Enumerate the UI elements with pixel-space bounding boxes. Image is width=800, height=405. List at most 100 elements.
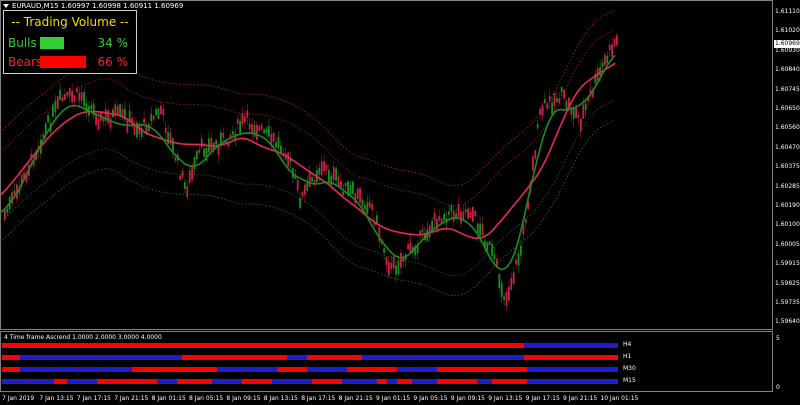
dropdown-triangle-icon[interactable] xyxy=(3,4,9,8)
trend-segment xyxy=(397,367,437,372)
candle-body xyxy=(61,97,64,102)
candle-body xyxy=(510,277,513,290)
time-axis-label: 10 Jan 01:15 xyxy=(600,395,639,402)
candle-body xyxy=(479,223,481,236)
candle-body xyxy=(56,96,59,110)
trend-segment xyxy=(2,355,20,360)
candle-body xyxy=(270,133,273,145)
candle-body xyxy=(577,114,580,118)
indicator-title: 4 Time frame Ascrend 1.0000 2.0000 3.000… xyxy=(4,334,162,341)
candle-body xyxy=(323,161,325,171)
trading-volume-panel: -- Trading Volume -- Bulls 34 % Bears 66… xyxy=(3,10,137,74)
candle-body xyxy=(505,291,508,306)
trend-segment xyxy=(492,379,527,384)
bulls-percent: 34 % xyxy=(97,36,129,50)
trend-segment xyxy=(437,367,527,372)
candle-body xyxy=(155,109,157,116)
candle-body xyxy=(613,38,616,47)
time-axis-label: 9 Jan 17:15 xyxy=(525,395,560,402)
trend-segment xyxy=(2,379,54,384)
candle-body xyxy=(174,157,177,161)
candle-body xyxy=(611,44,613,57)
candle-body xyxy=(486,242,489,251)
trend-segment xyxy=(527,367,618,372)
candle-body xyxy=(164,128,167,134)
candle-body xyxy=(534,150,537,159)
price-axis-label: 1.60840 xyxy=(775,66,800,74)
candle-body xyxy=(402,257,405,262)
candle-body xyxy=(493,254,496,260)
candle-body xyxy=(512,272,515,285)
candle-body xyxy=(320,161,323,176)
candle-body xyxy=(109,118,112,129)
candle-body xyxy=(107,110,109,124)
trend-segment xyxy=(312,379,342,384)
time-axis-label: 9 Jan 21:15 xyxy=(563,395,598,402)
candle-body xyxy=(392,256,395,269)
candle-body xyxy=(541,104,544,116)
candle-body xyxy=(539,108,541,115)
candle-body xyxy=(438,216,441,221)
candle-body xyxy=(520,245,522,256)
candle-body xyxy=(371,204,373,210)
candle-body xyxy=(248,123,251,130)
candle-body xyxy=(210,137,213,151)
candle-body xyxy=(472,206,474,222)
candle-body xyxy=(565,100,568,110)
price-axis-label: 1.60190 xyxy=(775,202,800,209)
price-axis-label: 1.60100 xyxy=(775,221,800,229)
trend-segment xyxy=(272,379,312,384)
candle-body xyxy=(443,213,445,221)
indicator-scale-bottom: 0 xyxy=(776,384,780,391)
candle-body xyxy=(119,104,121,116)
candle-body xyxy=(421,229,424,233)
trend-segment xyxy=(362,355,524,360)
candle-body xyxy=(275,142,277,148)
candle-body xyxy=(308,172,311,187)
candle-body xyxy=(474,210,477,217)
candle-body xyxy=(203,148,205,157)
time-axis-label: 8 Jan 13:15 xyxy=(263,395,298,402)
candle-body xyxy=(558,98,561,104)
candle-body xyxy=(311,177,313,182)
trend-segment xyxy=(177,379,212,384)
candle-body xyxy=(431,220,433,231)
candle-body xyxy=(575,106,577,118)
candle-body xyxy=(556,98,558,103)
candle-body xyxy=(342,191,345,196)
trend-segment xyxy=(212,379,242,384)
trend-segment xyxy=(287,355,307,360)
candle-body xyxy=(301,192,304,197)
candle-body xyxy=(476,223,479,234)
trend-segment xyxy=(477,379,492,384)
candle-body xyxy=(604,54,606,66)
trend-segment xyxy=(157,379,177,384)
candle-body xyxy=(553,93,556,106)
candle-body xyxy=(179,175,181,180)
candle-body xyxy=(167,131,169,144)
price-axis-label: 1.61110 xyxy=(775,8,800,15)
candle-body xyxy=(306,182,309,191)
candles xyxy=(4,32,618,311)
candle-body xyxy=(222,133,225,138)
candle-body xyxy=(606,55,609,64)
price-axis-label: 1.60005 xyxy=(775,240,800,248)
candle-body xyxy=(260,124,263,130)
candle-body xyxy=(244,116,246,123)
candle-body xyxy=(467,208,469,219)
trend-segment xyxy=(527,379,618,384)
candle-body xyxy=(407,243,409,250)
candle-body xyxy=(469,211,472,219)
chart-window[interactable]: EURAUD,M15 1.60997 1.60998 1.60911 1.609… xyxy=(0,0,800,405)
candle-body xyxy=(352,181,354,194)
candle-body xyxy=(246,110,249,118)
candle-body xyxy=(508,286,510,301)
candle-body xyxy=(503,296,505,300)
trend-segment xyxy=(347,367,397,372)
lower-band-outer xyxy=(0,119,616,296)
candle-body xyxy=(71,90,73,103)
price-axis-label: 1.60560 xyxy=(775,124,800,132)
candle-body xyxy=(464,209,467,213)
bulls-row: Bulls 34 % xyxy=(8,35,132,51)
timeframe-bar-h4 xyxy=(2,343,618,348)
